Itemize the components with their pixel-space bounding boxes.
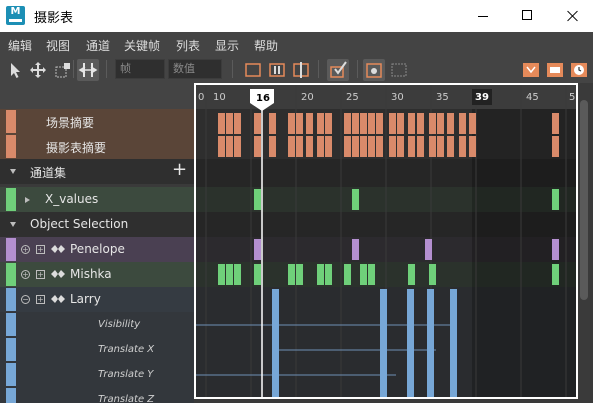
- menu-keyframe[interactable]: 关键帧: [124, 37, 160, 54]
- minimize-button[interactable]: [465, 0, 501, 32]
- channel-set-row[interactable]: 通道集 +: [0, 159, 194, 184]
- translate-z-label: Translate Z: [98, 394, 155, 403]
- summary-color-strip: [6, 110, 16, 133]
- translate-z-row[interactable]: Translate Z: [0, 387, 194, 403]
- scene-summary-row[interactable]: 场景摘要: [0, 109, 194, 134]
- translate-y-row[interactable]: Translate Y: [0, 362, 194, 387]
- collapse-arrow-icon[interactable]: [10, 169, 16, 174]
- keyframe-menu-icon[interactable]: [520, 59, 542, 81]
- outliner-panel: 场景摘要 摄影表摘要 通道集 + X_values Object Selecti…: [0, 83, 194, 403]
- close-button[interactable]: [555, 0, 591, 32]
- penelope-label: Penelope: [70, 242, 125, 256]
- larry-color-strip: [6, 363, 16, 386]
- dope-sheet-window: M 摄影表 编辑 视图 通道 关键帧 列表 显示 帮助 帧 数值 场景摘要 摄影…: [0, 0, 593, 403]
- grid-view-icon[interactable]: [388, 59, 410, 81]
- move-tool-icon[interactable]: [27, 59, 49, 81]
- menu-list[interactable]: 列表: [176, 37, 200, 54]
- channel-set-label: 通道集: [30, 166, 67, 180]
- window-title: 摄影表: [34, 11, 74, 26]
- current-time-indicator[interactable]: 16: [196, 85, 576, 397]
- value-field[interactable]: 数值: [168, 59, 222, 79]
- mishka-label: Mishka: [70, 267, 112, 281]
- object-selection-row[interactable]: Object Selection: [0, 212, 194, 237]
- visibility-row[interactable]: Visibility: [0, 312, 194, 337]
- larry-row[interactable]: − + Larry: [0, 287, 194, 312]
- maya-app-icon: M: [6, 6, 25, 25]
- dopesheet-summary-label: 摄影表摘要: [46, 141, 107, 155]
- visibility-label: Visibility: [98, 319, 141, 330]
- toolbar-separator: [106, 60, 107, 78]
- dope-sheet-graph[interactable]: 0 10 20 25 30 35 39 45 5 16: [194, 83, 578, 399]
- larry-color-strip: [6, 338, 16, 361]
- toolbar-separator: [318, 60, 319, 78]
- translate-y-label: Translate Y: [98, 369, 154, 380]
- select-tool-icon[interactable]: [4, 59, 26, 81]
- larry-color-strip: [6, 388, 16, 403]
- scene-summary-label: 场景摘要: [46, 116, 95, 130]
- translate-x-row[interactable]: Translate X: [0, 337, 194, 362]
- larry-color-strip: [6, 313, 16, 336]
- expand-arrow-icon[interactable]: [25, 197, 30, 203]
- penelope-row[interactable]: + + Penelope: [0, 237, 194, 262]
- menu-view[interactable]: 视图: [46, 37, 70, 54]
- insert-keys-tool-icon[interactable]: [77, 59, 99, 81]
- title-bar: M 摄影表: [0, 0, 593, 32]
- object-selection-label: Object Selection: [30, 217, 129, 231]
- frame-field[interactable]: 帧: [115, 59, 165, 79]
- toolbar-separator: [357, 60, 358, 78]
- penelope-color-strip: [6, 238, 16, 261]
- frame-playback-range-icon[interactable]: [266, 59, 288, 81]
- expand-plus-square-icon[interactable]: +: [36, 270, 45, 279]
- mesh-object-icon: [51, 245, 65, 253]
- collapse-arrow-icon[interactable]: [10, 222, 16, 227]
- app-icon-letter: M: [10, 6, 21, 17]
- channel-color-strip: [6, 188, 16, 211]
- mishka-row[interactable]: + + Mishka: [0, 262, 194, 287]
- toolbar: 帧 数值: [0, 56, 593, 83]
- add-channel-set-button[interactable]: +: [172, 159, 187, 180]
- dopesheet-summary-row[interactable]: 摄影表摘要: [0, 134, 194, 159]
- menu-edit[interactable]: 编辑: [8, 37, 32, 54]
- menu-channel[interactable]: 通道: [86, 37, 110, 54]
- menu-help[interactable]: 帮助: [254, 37, 278, 54]
- channel-box-icon[interactable]: [363, 59, 385, 81]
- center-current-time-icon[interactable]: [290, 59, 312, 81]
- toolbar-separator: [232, 60, 233, 78]
- auto-load-selected-icon[interactable]: [327, 59, 349, 81]
- expand-plus-circle-icon[interactable]: +: [21, 245, 30, 254]
- menu-display[interactable]: 显示: [215, 37, 239, 54]
- collapse-minus-circle-icon[interactable]: −: [21, 295, 30, 304]
- maximize-button[interactable]: [510, 0, 546, 32]
- current-frame-label: 16: [256, 93, 270, 104]
- timing-options-icon[interactable]: [544, 59, 566, 81]
- expand-plus-square-icon[interactable]: +: [36, 295, 45, 304]
- vertical-scrollbar[interactable]: [580, 100, 588, 300]
- scale-tool-icon[interactable]: [52, 59, 74, 81]
- panel-spacer: [0, 83, 194, 109]
- summary-color-strip: [6, 135, 16, 158]
- menu-bar: 编辑 视图 通道 关键帧 列表 显示 帮助: [0, 32, 593, 56]
- x-values-label: X_values: [45, 192, 99, 206]
- expand-plus-circle-icon[interactable]: +: [21, 270, 30, 279]
- x-values-row[interactable]: X_values: [0, 187, 194, 212]
- mesh-object-icon: [51, 295, 65, 303]
- expand-plus-square-icon[interactable]: +: [36, 245, 45, 254]
- toolbar-separator: [73, 60, 74, 78]
- clock-icon[interactable]: [568, 59, 590, 81]
- frame-all-icon[interactable]: [242, 59, 264, 81]
- larry-label: Larry: [70, 292, 101, 306]
- mesh-object-icon: [51, 270, 65, 278]
- larry-color-strip: [6, 288, 16, 311]
- mishka-color-strip: [6, 263, 16, 286]
- translate-x-label: Translate X: [98, 344, 155, 355]
